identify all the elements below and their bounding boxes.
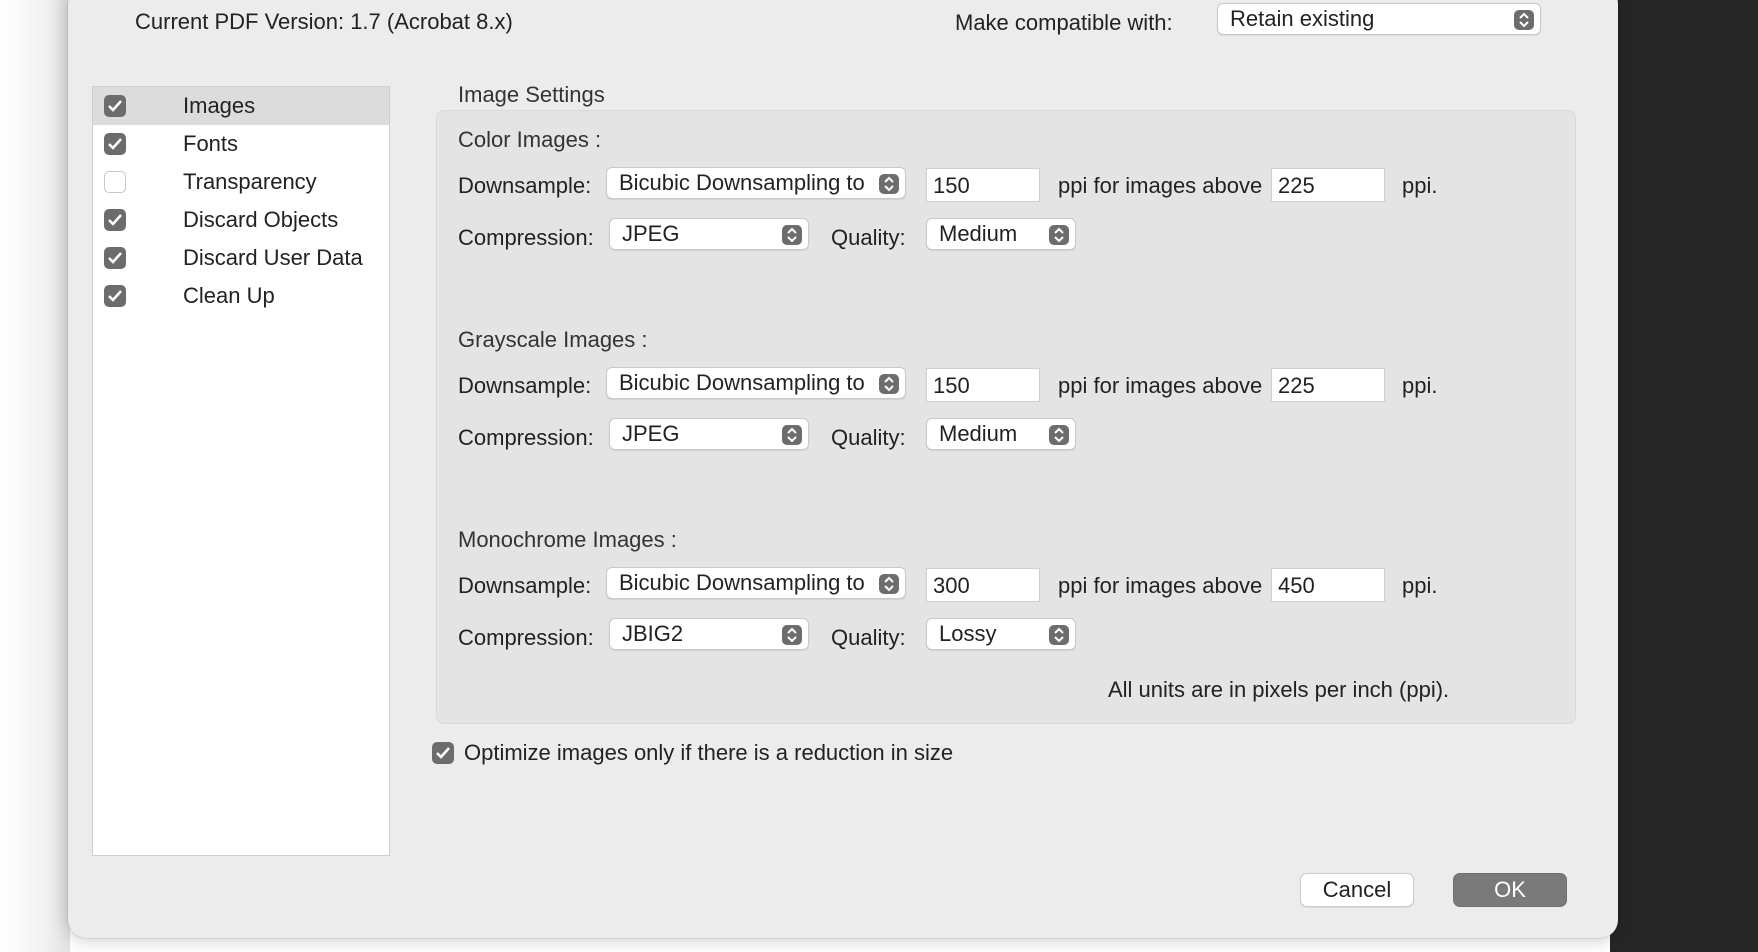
ppi-label: ppi. (1402, 373, 1438, 398)
category-item-images[interactable]: Images (93, 87, 389, 125)
pdf-version-label: Current PDF Version: 1.7 (Acrobat 8.x) (135, 9, 513, 34)
grayscale-above-field[interactable]: 225 (1271, 368, 1385, 402)
category-label: Clean Up (183, 283, 275, 308)
chevron-updown-icon (1049, 425, 1069, 445)
grayscale-quality-select[interactable]: Medium (926, 418, 1076, 450)
grayscale-downsample-label: Downsample: (458, 373, 592, 398)
ppi-label: ppi. (1402, 573, 1438, 598)
checkbox-images[interactable] (104, 95, 126, 117)
select-value: Bicubic Downsampling to (619, 370, 865, 395)
chevron-updown-icon (1514, 10, 1534, 30)
ppi-above-label: ppi for images above (1058, 173, 1263, 198)
category-item-discard-objects[interactable]: Discard Objects (93, 201, 389, 239)
cancel-button[interactable]: Cancel (1300, 873, 1414, 907)
chevron-updown-icon (782, 225, 802, 245)
grayscale-quality-label: Quality: (831, 425, 906, 450)
compat-label: Make compatible with: (955, 10, 1173, 35)
color-quality-label: Quality: (831, 225, 906, 250)
checkbox-discard-objects[interactable] (104, 209, 126, 231)
category-item-discard-user-data[interactable]: Discard User Data (93, 239, 389, 277)
color-compression-label: Compression: (458, 225, 594, 250)
color-downsample-label: Downsample: (458, 173, 592, 198)
image-settings-title: Image Settings (458, 82, 605, 107)
category-item-fonts[interactable]: Fonts (93, 125, 389, 163)
optimize-option[interactable]: Optimize images only if there is a reduc… (432, 740, 992, 768)
monochrome-compression-select[interactable]: JBIG2 (609, 618, 809, 650)
monochrome-above-field[interactable]: 450 (1271, 568, 1385, 602)
category-list: Images Fonts Transparency Discard Object… (92, 86, 390, 856)
monochrome-downsample-select[interactable]: Bicubic Downsampling to (606, 567, 906, 599)
grayscale-compression-label: Compression: (458, 425, 594, 450)
grayscale-downsample-select[interactable]: Bicubic Downsampling to (606, 367, 906, 399)
chevron-updown-icon (1049, 625, 1069, 645)
ppi-label: ppi. (1402, 173, 1438, 198)
grayscale-ppi-field[interactable]: 150 (926, 368, 1040, 402)
category-label: Images (183, 93, 256, 118)
optimize-label: Optimize images only if there is a reduc… (464, 740, 954, 765)
category-label: Discard User Data (183, 245, 363, 270)
color-above-field[interactable]: 225 (1271, 168, 1385, 202)
monochrome-compression-label: Compression: (458, 625, 594, 650)
image-settings-group: Color Images : Downsample: Bicubic Downs… (436, 110, 1576, 724)
category-label: Discard Objects (183, 207, 339, 232)
pdf-optimizer-dialog: Current PDF Version: 1.7 (Acrobat 8.x) M… (68, 0, 1618, 938)
compat-select[interactable]: Retain existing (1217, 3, 1541, 35)
chevron-updown-icon (879, 574, 899, 594)
select-value: JPEG (622, 421, 680, 446)
compat-select-value: Retain existing (1230, 6, 1375, 31)
monochrome-quality-label: Quality: (831, 625, 906, 650)
color-downsample-select[interactable]: Bicubic Downsampling to (606, 167, 906, 199)
background-window-dark (1610, 0, 1758, 952)
color-images-title: Color Images : (458, 127, 602, 152)
select-value: JPEG (622, 221, 680, 246)
select-value: Medium (939, 221, 1018, 246)
grayscale-compression-select[interactable]: JPEG (609, 418, 809, 450)
select-value: Medium (939, 421, 1018, 446)
chevron-updown-icon (782, 625, 802, 645)
select-value: JBIG2 (622, 621, 684, 646)
ok-button[interactable]: OK (1453, 873, 1567, 907)
monochrome-downsample-label: Downsample: (458, 573, 592, 598)
category-item-transparency[interactable]: Transparency (93, 163, 389, 201)
color-ppi-field[interactable]: 150 (926, 168, 1040, 202)
chevron-updown-icon (1049, 225, 1069, 245)
ppi-above-label: ppi for images above (1058, 573, 1263, 598)
checkbox-fonts[interactable] (104, 133, 126, 155)
checkbox-clean-up[interactable] (104, 285, 126, 307)
monochrome-ppi-field[interactable]: 300 (926, 568, 1040, 602)
units-note: All units are in pixels per inch (ppi). (1108, 677, 1450, 702)
monochrome-quality-select[interactable]: Lossy (926, 618, 1076, 650)
optimize-checkbox[interactable] (432, 742, 454, 764)
select-value: Bicubic Downsampling to (619, 570, 865, 595)
category-label: Transparency (183, 169, 317, 194)
checkbox-transparency[interactable] (104, 171, 126, 193)
background-window-edge (0, 0, 70, 952)
color-quality-select[interactable]: Medium (926, 218, 1076, 250)
ppi-above-label: ppi for images above (1058, 373, 1263, 398)
color-compression-select[interactable]: JPEG (609, 218, 809, 250)
monochrome-images-title: Monochrome Images : (458, 527, 677, 552)
chevron-updown-icon (879, 374, 899, 394)
checkbox-discard-user-data[interactable] (104, 247, 126, 269)
category-item-clean-up[interactable]: Clean Up (93, 277, 389, 315)
select-value: Bicubic Downsampling to (619, 170, 865, 195)
select-value: Lossy (939, 621, 997, 646)
category-label: Fonts (183, 131, 239, 156)
grayscale-images-title: Grayscale Images : (458, 327, 648, 352)
chevron-updown-icon (782, 425, 802, 445)
chevron-updown-icon (879, 174, 899, 194)
